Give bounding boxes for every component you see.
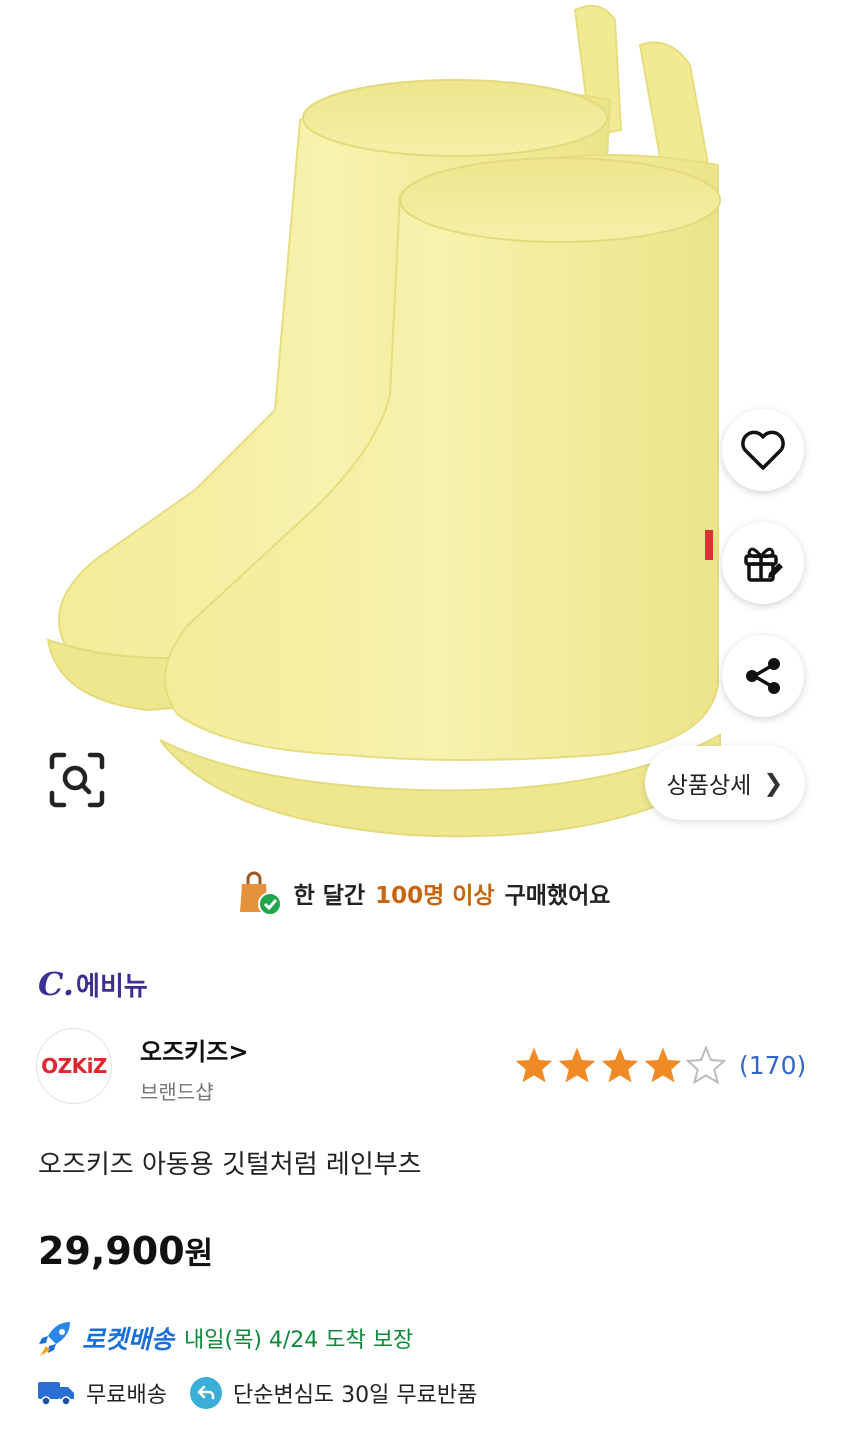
share-button[interactable] [722,635,804,717]
star-filled-icon [558,1047,596,1083]
brand-name: 오즈키즈 [140,1038,229,1066]
truck-icon [38,1382,74,1406]
product-detail-label: 상품상세 [666,773,752,799]
arrival-guarantee: 내일(목) 4/24 도착 보장 [184,1328,414,1353]
product-price: 29,900원 [38,1228,213,1273]
review-count[interactable]: (170) [739,1051,806,1080]
star-filled-icon [644,1047,682,1083]
shopping-bag-check-icon [239,871,282,916]
seller-logo-text: 에비뉴 [76,972,148,1002]
brand-logo-text: OZKiZ [41,1054,107,1078]
star-filled-icon [515,1047,553,1083]
free-shipping-item: 무료배송 [36,1377,167,1409]
star-empty-icon [686,1046,726,1084]
wishlist-button[interactable] [722,409,804,491]
product-detail-button[interactable]: 상품상세 ❯ [645,746,805,820]
heart-icon [741,430,785,470]
chevron-right-icon: > [228,1038,249,1066]
product-image-gallery[interactable]: 상품상세 ❯ [0,0,844,850]
seller-logo[interactable]: C. 에비뉴 [38,965,148,1003]
price-number: 29,900 [38,1229,185,1273]
share-icon [746,658,780,694]
return-arrow-icon [189,1377,222,1409]
image-search-icon [49,752,105,808]
free-return-label: 단순변심도 30일 무료반품 [232,1383,478,1408]
brand-shop-label: 브랜드샵 [140,1080,214,1104]
rocket-delivery-row: 로켓배송 내일(목) 4/24 도착 보장 [36,1318,413,1358]
gift-button[interactable] [722,522,804,604]
rating-summary[interactable]: (170) [514,1046,806,1084]
purchase-suffix: 구매했어요 [504,883,611,909]
image-search-button[interactable] [48,751,106,809]
seller-logo-mark: C. [38,965,75,1003]
purchase-prefix: 한 달간 [293,883,366,909]
purchase-count-banner: 한 달간 100명 이상 구매했어요 [0,858,844,928]
purchase-highlight: 100명 이상 [375,883,495,909]
star-filled-icon [601,1047,639,1083]
free-shipping-label: 무료배송 [86,1383,167,1408]
product-image [0,0,844,850]
price-unit: 원 [184,1236,214,1272]
product-title: 오즈키즈 아동용 깃털처럼 레인부츠 [38,1150,422,1180]
gift-icon [744,547,783,582]
brand-avatar[interactable]: OZKiZ [36,1028,112,1104]
shipping-benefits-row: 무료배송 단순변심도 30일 무료반품 [36,1376,477,1410]
rocket-icon [39,1322,70,1356]
free-return-item: 단순변심도 30일 무료반품 [189,1376,477,1410]
chevron-right-icon: ❯ [763,769,784,797]
rocket-delivery-label: 로켓배송 [82,1325,175,1354]
brand-name-link[interactable]: 오즈키즈> [140,1032,248,1067]
